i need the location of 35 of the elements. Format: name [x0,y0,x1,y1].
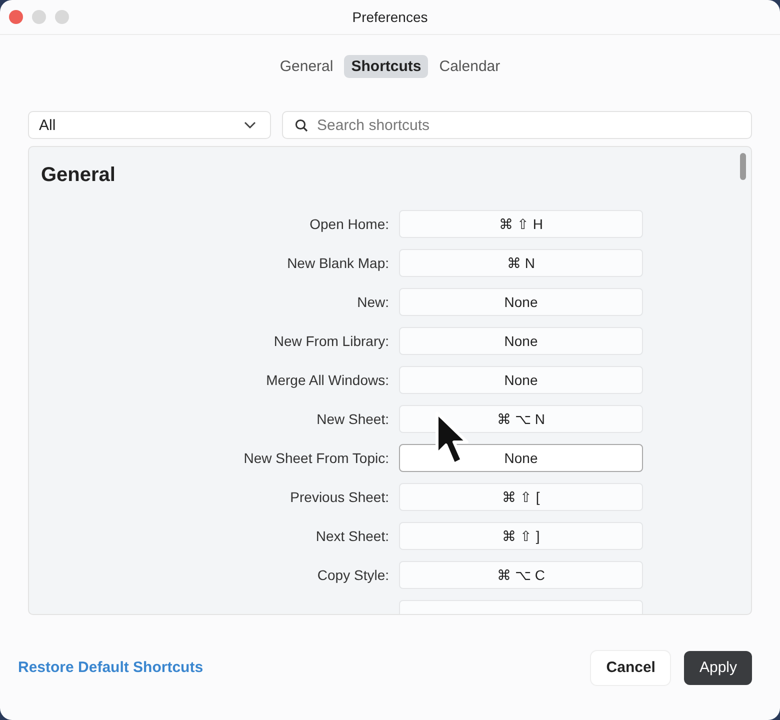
zoom-button[interactable] [55,10,69,24]
shortcut-field[interactable]: None [399,327,643,355]
scrollbar-thumb[interactable] [740,153,746,180]
shortcut-label: New Blank Map: [286,255,389,271]
shortcut-field[interactable]: ⌘ ⌥ N [399,405,643,433]
close-button[interactable] [9,10,23,24]
shortcut-label: New Sheet From Topic: [242,450,389,466]
shortcut-field[interactable]: None [399,288,643,316]
shortcut-field[interactable]: ⌘ ⇧ ] [399,522,643,550]
window-title: Preferences [352,9,428,25]
shortcut-label: New From Library: [272,333,389,349]
shortcut-field[interactable]: None [399,444,643,472]
section-title: General [41,164,116,187]
shortcut-field[interactable]: ⌘ ⇧ H [399,210,643,238]
shortcut-field[interactable]: ⌘ ⌥ C [399,561,643,589]
shortcut-label: Copy Style: [316,567,389,583]
shortcut-field[interactable]: None [399,366,643,394]
shortcut-label: New: [356,294,389,310]
shortcut-field[interactable]: ⌘ ⇧ [ [399,483,643,511]
apply-button[interactable]: Apply [684,650,752,684]
chevron-icon [244,121,256,129]
cancel-button[interactable]: Cancel [591,650,670,684]
minimize-button[interactable] [32,10,46,24]
filter-dropdown[interactable]: All [28,111,271,139]
search-field[interactable]: Search shortcuts [282,111,752,139]
tab[interactable]: Shortcuts [344,55,428,78]
shortcut-label: Merge All Windows: [265,372,389,388]
shortcut-label: Open Home: [308,216,389,232]
shortcut-field[interactable]: ⌘ N [399,249,643,277]
shortcut-label: Next Sheet: [314,528,389,544]
restore-defaults-link[interactable]: Restore Default Shortcuts [18,659,204,676]
tab[interactable]: General [272,55,340,78]
shortcut-label: Previous Sheet: [289,489,389,505]
shortcut-label: New Sheet: [316,411,389,427]
tab[interactable]: Calendar [432,55,508,78]
